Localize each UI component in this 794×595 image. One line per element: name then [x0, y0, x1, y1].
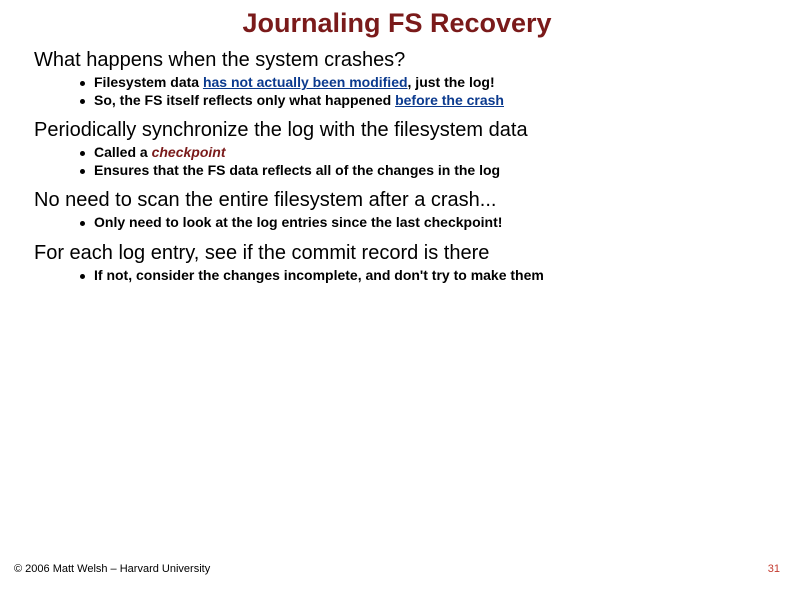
bullet-list: Called a checkpoint Ensures that the FS …: [34, 144, 760, 179]
section-heading: For each log entry, see if the commit re…: [34, 242, 760, 265]
bullet-list: If not, consider the changes incomplete,…: [34, 267, 760, 285]
bullet-item: Filesystem data has not actually been mo…: [80, 74, 760, 92]
section-3: For each log entry, see if the commit re…: [34, 242, 760, 285]
bullet-item: Called a checkpoint: [80, 144, 760, 162]
slide-title: Journaling FS Recovery: [34, 8, 760, 39]
slide-number: 31: [768, 563, 780, 575]
section-heading: No need to scan the entire filesystem af…: [34, 189, 760, 212]
bullet-list: Filesystem data has not actually been mo…: [34, 74, 760, 109]
bullet-item: Ensures that the FS data reflects all of…: [80, 162, 760, 180]
section-2: No need to scan the entire filesystem af…: [34, 189, 760, 232]
footer-copyright: © 2006 Matt Welsh – Harvard University: [14, 563, 210, 575]
bullet-item: So, the FS itself reflects only what hap…: [80, 92, 760, 110]
section-0: What happens when the system crashes? Fi…: [34, 49, 760, 109]
section-1: Periodically synchronize the log with th…: [34, 119, 760, 179]
bullet-item: If not, consider the changes incomplete,…: [80, 267, 760, 285]
section-heading: Periodically synchronize the log with th…: [34, 119, 760, 142]
bullet-item: Only need to look at the log entries sin…: [80, 214, 760, 232]
section-heading: What happens when the system crashes?: [34, 49, 760, 72]
slide: Journaling FS Recovery What happens when…: [0, 0, 794, 595]
bullet-list: Only need to look at the log entries sin…: [34, 214, 760, 232]
